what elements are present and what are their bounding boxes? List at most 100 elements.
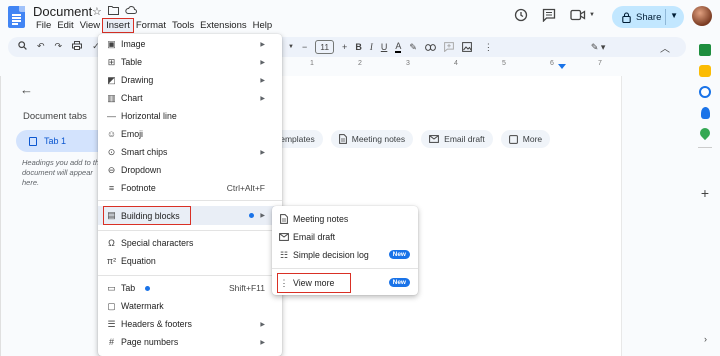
add-on-icon[interactable]: + bbox=[701, 185, 709, 201]
side-panel-divider bbox=[698, 147, 712, 148]
menu-item-horizontal-line[interactable]: — Horizontal line bbox=[98, 107, 282, 125]
menu-insert[interactable]: Insert bbox=[102, 18, 134, 33]
menu-extensions[interactable]: Extensions bbox=[197, 19, 249, 32]
cloud-status-icon[interactable] bbox=[125, 5, 137, 18]
meet-icon[interactable]: ▼ bbox=[570, 9, 595, 21]
menu-item-headers-footers[interactable]: ☰ Headers & footers ▶ bbox=[98, 315, 282, 333]
chip-email-draft[interactable]: Email draft bbox=[421, 130, 493, 148]
more-options-icon[interactable]: ⋮ bbox=[484, 42, 493, 53]
menu-item-drawing[interactable]: ◩ Drawing ▶ bbox=[98, 71, 282, 89]
more-vert-icon: ⋮ bbox=[279, 278, 289, 288]
bold-icon[interactable]: B bbox=[355, 42, 362, 52]
menu-format[interactable]: Format bbox=[133, 19, 169, 32]
tasks-icon[interactable] bbox=[699, 86, 711, 98]
headings-hint: Headings you add to the document will ap… bbox=[22, 158, 104, 187]
menu-item-table[interactable]: ⊞ Table ▶ bbox=[98, 53, 282, 71]
lock-icon bbox=[622, 11, 631, 23]
menu-shortcut: Ctrl+Alt+F bbox=[226, 183, 265, 193]
building-block-chips: Templates Meeting notes Email draft More bbox=[268, 130, 551, 148]
menu-item-equation[interactable]: π² Equation bbox=[98, 252, 282, 270]
search-menus-icon[interactable] bbox=[18, 41, 27, 52]
decrease-font-size-icon[interactable]: − bbox=[302, 42, 307, 52]
chip-meeting-notes[interactable]: Meeting notes bbox=[330, 130, 414, 148]
menu-item-tab[interactable]: ▭ Tab Shift+F11 bbox=[98, 279, 282, 297]
submenu-item-meeting-notes[interactable]: Meeting notes bbox=[272, 210, 418, 228]
star-icon[interactable]: ☆ bbox=[92, 5, 102, 18]
sidebar-title: Document tabs bbox=[23, 111, 87, 122]
menu-edit[interactable]: Edit bbox=[54, 19, 76, 32]
keep-icon[interactable] bbox=[699, 65, 711, 77]
footnote-icon: ≡ bbox=[108, 183, 115, 193]
menu-item-dropdown[interactable]: ⊖ Dropdown bbox=[98, 161, 282, 179]
menu-item-special-characters[interactable]: Ω Special characters bbox=[98, 234, 282, 252]
docs-logo-icon[interactable] bbox=[8, 6, 25, 28]
submenu-item-view-more[interactable]: ⋮ View more New bbox=[272, 274, 418, 292]
menu-item-page-numbers[interactable]: # Page numbers ▶ bbox=[98, 333, 282, 351]
ruler-tick: 6 bbox=[550, 60, 554, 67]
menu-file[interactable]: File bbox=[33, 19, 54, 32]
toolbar-left-icons: ↶ ↷ ✓ bbox=[18, 41, 100, 52]
submenu-item-simple-decision-log[interactable]: ☷ Simple decision log New bbox=[272, 246, 418, 264]
document-title[interactable]: Document bbox=[33, 4, 92, 19]
contacts-icon[interactable] bbox=[700, 107, 710, 119]
font-size-input[interactable]: 11 bbox=[315, 40, 335, 54]
new-badge: New bbox=[388, 250, 410, 259]
new-feature-dot bbox=[145, 285, 150, 291]
undo-icon[interactable]: ↶ bbox=[37, 41, 45, 52]
share-button[interactable]: Share ▼ bbox=[612, 6, 684, 28]
redo-icon[interactable]: ↷ bbox=[55, 41, 63, 52]
insert-comment-icon[interactable] bbox=[443, 42, 454, 52]
menu-item-image[interactable]: ▣ Image ▶ bbox=[98, 35, 282, 53]
submenu-arrow-icon: ▶ bbox=[260, 339, 265, 346]
menu-item-label: Emoji bbox=[121, 129, 143, 139]
menu-tools[interactable]: Tools bbox=[169, 19, 197, 32]
menu-divider bbox=[98, 230, 282, 231]
menu-item-footnote[interactable]: ≡ Footnote Ctrl+Alt+F bbox=[98, 179, 282, 197]
print-icon[interactable] bbox=[72, 41, 83, 52]
chip-label: Meeting notes bbox=[351, 134, 406, 144]
ruler: 1 2 3 4 5 6 7 bbox=[282, 60, 622, 72]
building-blocks-icon: ▤ bbox=[107, 210, 116, 220]
menu-item-label: Footnote bbox=[121, 183, 156, 193]
italic-icon[interactable]: I bbox=[370, 42, 373, 52]
font-dropdown-icon[interactable]: ▼ bbox=[288, 44, 294, 50]
menu-item-watermark[interactable]: ▢ Watermark bbox=[98, 297, 282, 315]
chip-more[interactable]: More bbox=[500, 130, 551, 148]
horizontal-line-icon: — bbox=[107, 111, 116, 121]
back-arrow-icon[interactable]: ← bbox=[20, 82, 33, 97]
toolbar-right-icons: ▼ − 11 + B I U A ✎ ⋮ ✎ ▾ bbox=[288, 40, 605, 54]
menu-item-label: Dropdown bbox=[121, 165, 162, 175]
increase-font-size-icon[interactable]: + bbox=[342, 42, 347, 52]
comments-icon[interactable] bbox=[542, 8, 556, 22]
hide-menus-icon[interactable]: ︿ bbox=[660, 40, 670, 55]
menu-item-emoji[interactable]: ☺ Emoji bbox=[98, 125, 282, 143]
move-folder-icon[interactable] bbox=[107, 5, 119, 18]
underline-icon[interactable]: U bbox=[381, 42, 388, 52]
tab-icon bbox=[29, 136, 37, 146]
text-color-icon[interactable]: A bbox=[395, 41, 402, 53]
menu-item-smart-chips[interactable]: ⊙ Smart chips ▶ bbox=[98, 143, 282, 161]
email-draft-icon bbox=[429, 135, 440, 143]
insert-link-icon[interactable] bbox=[424, 43, 436, 51]
submenu-item-email-draft[interactable]: Email draft bbox=[272, 228, 418, 246]
editing-mode-icon[interactable]: ✎ ▾ bbox=[591, 42, 606, 53]
avatar[interactable] bbox=[692, 6, 712, 26]
insert-image-icon[interactable] bbox=[461, 42, 472, 52]
expand-panel-icon[interactable]: › bbox=[704, 334, 707, 344]
share-dropdown-icon[interactable]: ▼ bbox=[670, 11, 678, 20]
menu-item-label: Horizontal line bbox=[121, 111, 177, 121]
highlight-icon[interactable]: ✎ bbox=[409, 42, 417, 53]
menu-item-chart[interactable]: ▥ Chart ▶ bbox=[98, 89, 282, 107]
menu-item-label: Table bbox=[121, 57, 143, 67]
menu-help[interactable]: Help bbox=[250, 19, 276, 32]
menu-view[interactable]: View bbox=[77, 19, 103, 32]
right-indent-marker[interactable] bbox=[558, 64, 566, 69]
menu-item-label: Smart chips bbox=[121, 147, 168, 157]
chip-label: Email draft bbox=[444, 134, 485, 144]
maps-icon[interactable] bbox=[697, 125, 713, 141]
menu-item-label: Equation bbox=[121, 256, 156, 266]
calendar-icon[interactable] bbox=[699, 44, 711, 56]
history-icon[interactable] bbox=[514, 8, 528, 22]
dropdown-icon: ⊖ bbox=[107, 165, 116, 175]
menu-item-building-blocks[interactable]: ▤ Building blocks ▶ bbox=[98, 206, 282, 225]
